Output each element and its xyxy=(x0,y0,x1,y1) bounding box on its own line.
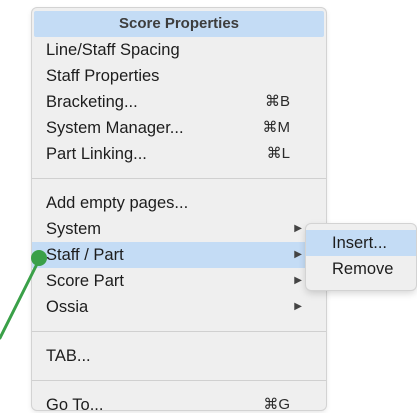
menu-header: Score Properties xyxy=(34,11,324,37)
menu-item-part-linking[interactable]: Part Linking... ⌘L xyxy=(32,141,326,167)
menu-item-label: Bracketing... xyxy=(46,93,138,111)
shortcut-label: ⌘B xyxy=(264,93,290,110)
menu-item-tab[interactable]: TAB... xyxy=(32,343,326,369)
submenu-arrow-icon: ▶ xyxy=(294,249,302,260)
menu-item-bracketing[interactable]: Bracketing... ⌘B xyxy=(32,89,326,115)
menu-item-system-manager[interactable]: System Manager... ⌘M xyxy=(32,115,326,141)
menu-item-label: Part Linking... xyxy=(46,145,147,163)
menu-item-label: Score Part xyxy=(46,272,124,290)
menu-item-label: Line/Staff Spacing xyxy=(46,41,180,59)
screenshot-stage: Score Properties Line/Staff Spacing Staf… xyxy=(0,0,417,413)
menu-item-score-part[interactable]: Score Part ▶ xyxy=(32,268,326,294)
staff-part-submenu: Insert... Remove xyxy=(306,224,416,290)
menu-item-label: System xyxy=(46,220,102,238)
menu-separator xyxy=(32,380,326,381)
shortcut-label: ⌘M xyxy=(262,119,291,136)
menu-item-add-empty-pages[interactable]: Add empty pages... xyxy=(32,190,326,216)
submenu-item-insert[interactable]: Insert... xyxy=(306,230,416,256)
menu-item-staff-properties[interactable]: Staff Properties xyxy=(32,63,326,89)
shortcut-label: ⌘L xyxy=(266,145,290,162)
menu-item-label: Add empty pages... xyxy=(46,194,189,212)
submenu-item-label: Remove xyxy=(332,260,394,278)
shortcut-label: ⌘G xyxy=(263,396,290,410)
submenu-arrow-icon: ▶ xyxy=(294,301,302,312)
menu-item-ossia[interactable]: Ossia ▶ xyxy=(32,294,326,320)
menu-item-label: TAB... xyxy=(46,347,91,365)
menu-separator xyxy=(32,331,326,332)
menu-item-line-staff-spacing[interactable]: Line/Staff Spacing xyxy=(32,37,326,63)
menu-item-label: System Manager... xyxy=(46,119,184,137)
submenu-arrow-icon: ▶ xyxy=(294,223,302,234)
menu-separator xyxy=(32,178,326,179)
submenu-item-label: Insert... xyxy=(332,234,388,252)
menu-item-staff-part[interactable]: Staff / Part ▶ xyxy=(32,242,326,268)
menu-item-go-to[interactable]: Go To... ⌘G xyxy=(32,392,326,410)
menu-item-label: Staff Properties xyxy=(46,67,160,85)
menu-item-label: Go To... xyxy=(46,396,104,410)
submenu-arrow-icon: ▶ xyxy=(294,275,302,286)
menu-item-label: Staff / Part xyxy=(46,246,124,264)
menu-item-system[interactable]: System ▶ xyxy=(32,216,326,242)
menu-item-label: Ossia xyxy=(46,298,89,316)
score-properties-menu: Score Properties Line/Staff Spacing Staf… xyxy=(32,8,326,410)
submenu-item-remove[interactable]: Remove xyxy=(306,256,416,282)
